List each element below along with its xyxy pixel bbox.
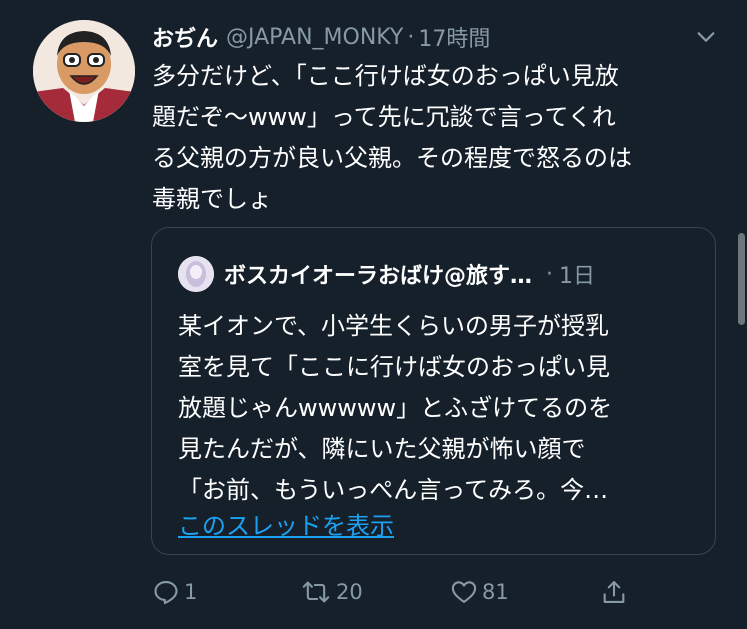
- tweet-text-line: 多分だけど、「ここ行けば女のおっぱい見放: [152, 62, 619, 90]
- quoted-text-line: 室を見て「ここに行けば女のおっぱい見: [178, 353, 610, 381]
- tweet-text-line: 題だぞ〜www」って先に冗談で言ってくれ: [152, 103, 616, 131]
- tweet-header: おぢん @JAPAN_MONKY · 17時間: [152, 22, 727, 52]
- quoted-text-line: 見たんだが、隣にいた父親が怖い顔で: [178, 435, 586, 463]
- author-name[interactable]: おぢん: [152, 21, 218, 53]
- retweet-button[interactable]: 20: [300, 572, 363, 612]
- tweet-avatar[interactable]: [33, 20, 135, 122]
- quoted-tweet-time: 1日: [559, 264, 596, 289]
- retweet-count: 20: [336, 580, 363, 604]
- tweet-time[interactable]: 17時間: [418, 21, 490, 53]
- quoted-tweet-text: 某イオンで、小学生くらいの男子が授乳 室を見て「ここに行けば女のおっぱい見 放題…: [178, 306, 698, 511]
- like-button[interactable]: 81: [450, 572, 509, 612]
- quoted-author-name: ボスカイオーラおばけ@旅す…: [224, 264, 533, 289]
- show-thread-link[interactable]: このスレッドを表示: [178, 506, 394, 541]
- tweet-text: 多分だけど、「ここ行けば女のおっぱい見放 題だぞ〜www」って先に冗談で言ってく…: [152, 56, 722, 220]
- quoted-text-line: 「お前、もういっぺん言ってみろ。今…: [178, 476, 609, 504]
- quoted-tweet-card[interactable]: ボスカイオーラおばけ@旅す… · 1日 某イオンで、小学生くらいの男子が授乳 室…: [151, 227, 716, 555]
- reply-button[interactable]: 1: [152, 572, 197, 612]
- like-count: 81: [482, 580, 509, 604]
- separator-dot: ·: [407, 24, 415, 50]
- reply-count: 1: [184, 580, 198, 604]
- quoted-author-avatar: [178, 256, 214, 292]
- author-handle[interactable]: @JAPAN_MONKY: [226, 25, 403, 50]
- share-icon: [603, 581, 625, 603]
- quoted-text-line: 某イオンで、小学生くらいの男子が授乳: [178, 312, 610, 340]
- heart-icon: [451, 581, 477, 603]
- reply-icon: [154, 581, 178, 605]
- quoted-separator-dot: ·: [546, 261, 554, 287]
- tweet-text-line: る父親の方が良い父親。その程度で怒るのは: [152, 144, 632, 172]
- quoted-text-line: 放題じゃんwwwww」とふざけてるのを: [178, 394, 613, 422]
- chevron-down-icon[interactable]: [695, 26, 717, 48]
- scrollbar[interactable]: [738, 233, 745, 325]
- tweet-text-line: 毒親でしょ: [152, 185, 272, 213]
- retweet-icon: [302, 581, 330, 603]
- share-button[interactable]: [600, 572, 632, 612]
- quoted-tweet-header: ボスカイオーラおばけ@旅す… · 1日: [178, 256, 695, 292]
- tweet-actions: 1 20 81: [152, 572, 632, 612]
